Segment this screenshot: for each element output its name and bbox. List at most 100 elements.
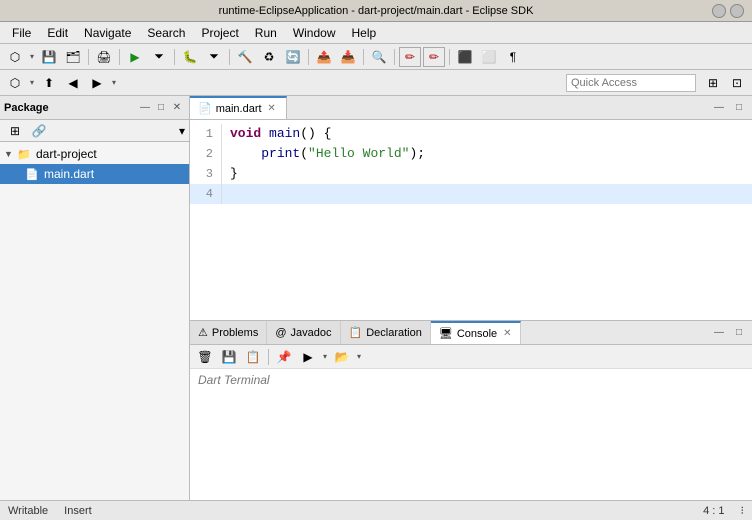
- console-copy-btn[interactable]: 📋: [242, 347, 264, 367]
- code-content-2: print("Hello World");: [230, 144, 425, 164]
- menu-window[interactable]: Window: [285, 24, 344, 42]
- panel-tab-declaration[interactable]: 📋 Declaration: [341, 321, 431, 344]
- console-text: Dart Terminal: [198, 373, 270, 387]
- perspective-btn[interactable]: ⊞: [702, 73, 724, 93]
- export-btn[interactable]: 📤: [313, 47, 335, 67]
- editor-minimize[interactable]: —: [710, 99, 728, 117]
- run-last-btn[interactable]: ▶: [124, 47, 146, 67]
- panel-tab-console[interactable]: 🖥 Console ✕: [431, 321, 521, 344]
- new-dropdown[interactable]: ▾: [28, 47, 36, 67]
- sidebar: Package — □ ✕ ⊞ 🔗 ▾ ▼ 📁 dart-project 📄 m…: [0, 96, 190, 500]
- edit2-btn[interactable]: ✏: [423, 47, 445, 67]
- panel-tab-javadoc[interactable]: @ Javadoc: [267, 321, 340, 344]
- para-btn[interactable]: ¶: [502, 47, 524, 67]
- search-btn[interactable]: 🔍: [368, 47, 390, 67]
- code-line-4: 4: [190, 184, 752, 204]
- debug-btn[interactable]: 🐛: [179, 47, 201, 67]
- project-folder-icon: 📁: [16, 146, 32, 162]
- menu-project[interactable]: Project: [193, 24, 246, 42]
- run-dropdown-btn[interactable]: ⏷: [148, 47, 170, 67]
- console-open-dropdown[interactable]: ▾: [355, 347, 363, 367]
- console-run-btn[interactable]: ▶: [297, 347, 319, 367]
- sidebar-close[interactable]: ✕: [169, 100, 185, 116]
- import-btn[interactable]: 📥: [337, 47, 359, 67]
- sidebar-maximize[interactable]: □: [153, 100, 169, 116]
- window-controls: [712, 4, 744, 18]
- editor-area: 📄 main.dart ✕ — □ 1 void main() { 2 prin…: [190, 96, 752, 500]
- javadoc-icon: @: [275, 327, 286, 339]
- tb-separator-5: [308, 49, 309, 65]
- minimize-btn[interactable]: [712, 4, 726, 18]
- console-pin-btn[interactable]: 📌: [273, 347, 295, 367]
- tab-filename: main.dart: [216, 103, 262, 115]
- edit1-btn[interactable]: ✏: [399, 47, 421, 67]
- menu-navigate[interactable]: Navigate: [76, 24, 139, 42]
- tab-close-btn[interactable]: ✕: [266, 103, 278, 115]
- code-line-1: 1 void main() {: [190, 124, 752, 144]
- prev-btn[interactable]: ⬡: [4, 73, 26, 93]
- console-run-dropdown[interactable]: ▾: [321, 347, 329, 367]
- panel-tab-controls: — □: [710, 321, 752, 344]
- open-perspective-btn[interactable]: ⊡: [726, 73, 748, 93]
- console-toolbar: 🗑 💾 📋 📌 ▶ ▾ 📂 ▾: [190, 345, 752, 369]
- back-btn[interactable]: ◀: [62, 73, 84, 93]
- menu-file[interactable]: File: [4, 24, 39, 42]
- forward-btn[interactable]: ▶: [86, 73, 108, 93]
- tree-file-main[interactable]: 📄 main.dart: [0, 164, 189, 184]
- tab-file-icon: 📄: [198, 102, 212, 115]
- prev-dropdown[interactable]: ▾: [28, 73, 36, 93]
- print-btn[interactable]: 🖨: [93, 47, 115, 67]
- sidebar-toolbar: ⊞ 🔗 ▾: [0, 120, 189, 142]
- refresh-btn[interactable]: ♻: [258, 47, 280, 67]
- panel-minimize[interactable]: —: [710, 324, 728, 342]
- close-btn[interactable]: [730, 4, 744, 18]
- nav-dropdown[interactable]: ▾: [110, 73, 118, 93]
- console-open-btn[interactable]: 📂: [331, 347, 353, 367]
- sidebar-view-menu[interactable]: ▾: [179, 124, 185, 138]
- tb-separator-6: [363, 49, 364, 65]
- menu-help[interactable]: Help: [344, 24, 385, 42]
- javadoc-label: Javadoc: [291, 327, 332, 339]
- menu-search[interactable]: Search: [139, 24, 193, 42]
- menu-edit[interactable]: Edit: [39, 24, 76, 42]
- secondary-toolbar: ⬡ ▾ ⬆ ◀ ▶ ▾ ⊞ ⊡: [0, 70, 752, 96]
- prev-edit-btn[interactable]: ⬛: [454, 47, 476, 67]
- editor-maximize[interactable]: □: [730, 99, 748, 117]
- menu-bar: File Edit Navigate Search Project Run Wi…: [0, 22, 752, 44]
- sidebar-title: Package: [4, 102, 137, 114]
- sidebar-tree: ▼ 📁 dart-project 📄 main.dart: [0, 142, 189, 500]
- console-clear-btn[interactable]: 🗑: [194, 347, 216, 367]
- refresh2-btn[interactable]: 🔄: [282, 47, 304, 67]
- declaration-icon: 📋: [349, 326, 363, 339]
- debug-dropdown-btn[interactable]: ⏷: [203, 47, 225, 67]
- console-close-icon[interactable]: ✕: [503, 328, 511, 339]
- panel-tab-problems[interactable]: ⚠ Problems: [190, 321, 267, 344]
- console-save-btn[interactable]: 💾: [218, 347, 240, 367]
- save-all-btn[interactable]: 🗂: [62, 47, 84, 67]
- tb-separator-4: [229, 49, 230, 65]
- save-btn[interactable]: 💾: [38, 47, 60, 67]
- up-btn[interactable]: ⬆: [38, 73, 60, 93]
- quick-access-input[interactable]: [566, 74, 696, 92]
- tree-root-project[interactable]: ▼ 📁 dart-project: [0, 144, 189, 164]
- sidebar-collapse-all[interactable]: ⊞: [4, 121, 26, 141]
- main-toolbar: ⬡ ▾ 💾 🗂 🖨 ▶ ⏷ 🐛 ⏷ 🔨 ♻ 🔄 📤 📥 🔍 ✏ ✏ ⬛ ⬜ ¶: [0, 44, 752, 70]
- code-content-1: void main() {: [230, 124, 331, 144]
- next-edit-btn[interactable]: ⬜: [478, 47, 500, 67]
- menu-run[interactable]: Run: [247, 24, 285, 42]
- status-menu-icon[interactable]: ⁝: [741, 504, 745, 517]
- title-bar: runtime-EclipseApplication - dart-projec…: [0, 0, 752, 22]
- editor-tab-main-dart[interactable]: 📄 main.dart ✕: [190, 96, 287, 119]
- file-name: main.dart: [44, 167, 94, 181]
- status-bar: Writable Insert 4 : 1 ⁝: [0, 500, 752, 520]
- sidebar-link[interactable]: 🔗: [28, 121, 50, 141]
- build-btn[interactable]: 🔨: [234, 47, 256, 67]
- status-insert: Insert: [64, 505, 92, 517]
- new-btn[interactable]: ⬡: [4, 47, 26, 67]
- tb-separator-8: [449, 49, 450, 65]
- main-area: Package — □ ✕ ⊞ 🔗 ▾ ▼ 📁 dart-project 📄 m…: [0, 96, 752, 500]
- code-editor[interactable]: 1 void main() { 2 print("Hello World"); …: [190, 120, 752, 320]
- panel-maximize[interactable]: □: [730, 324, 748, 342]
- sidebar-minimize[interactable]: —: [137, 100, 153, 116]
- console-content: Dart Terminal: [190, 369, 752, 500]
